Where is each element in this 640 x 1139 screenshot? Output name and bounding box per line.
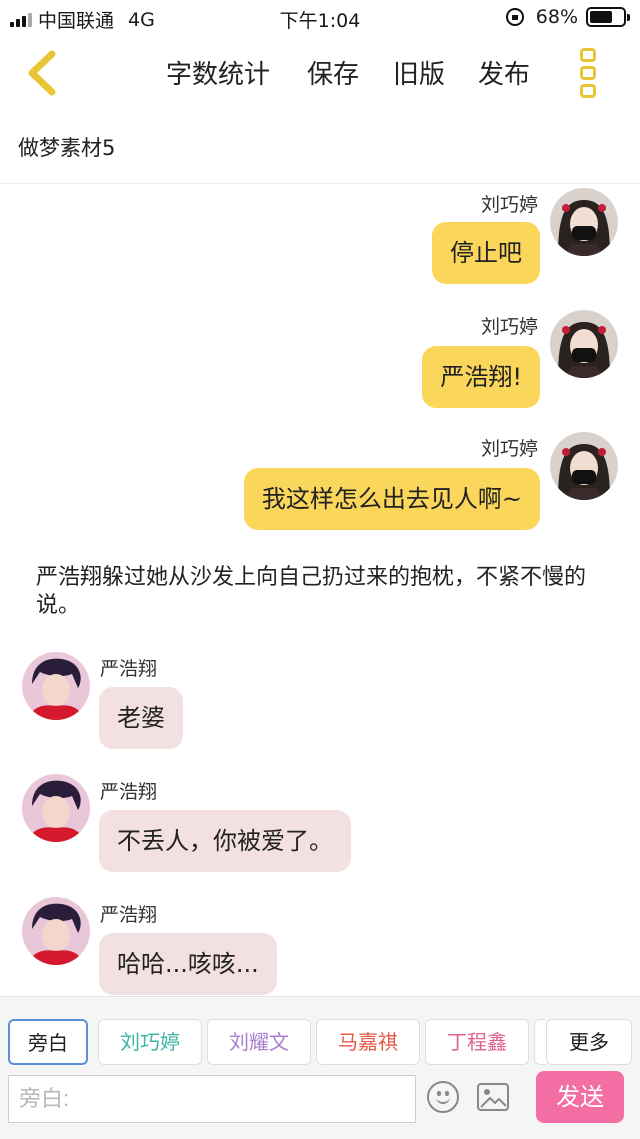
avatar-yan-haoxiang[interactable] bbox=[22, 652, 90, 720]
save-button[interactable]: 保存 bbox=[307, 54, 359, 91]
role-chip-ding-chengxin[interactable]: 丁程鑫 bbox=[425, 1019, 529, 1065]
avatar-liu-qiaoting[interactable] bbox=[550, 188, 618, 256]
message-input[interactable] bbox=[8, 1075, 416, 1123]
more-roles-button[interactable]: 更多 bbox=[546, 1019, 632, 1065]
image-icon[interactable] bbox=[477, 1083, 509, 1111]
avatar-liu-qiaoting[interactable] bbox=[550, 432, 618, 500]
role-bar: 旁白 刘巧婷 刘耀文 马嘉祺 丁程鑫 更多 发送 bbox=[0, 996, 640, 1139]
publish-button[interactable]: 发布 bbox=[478, 54, 530, 91]
send-button[interactable]: 发送 bbox=[536, 1071, 624, 1123]
old-version-button[interactable]: 旧版 bbox=[393, 54, 445, 91]
more-menu-icon[interactable] bbox=[580, 48, 598, 98]
back-arrow-icon[interactable] bbox=[22, 50, 62, 96]
avatar-liu-qiaoting[interactable] bbox=[550, 310, 618, 378]
avatar-yan-haoxiang[interactable] bbox=[22, 897, 90, 965]
rotation-lock-icon bbox=[505, 8, 524, 26]
speaker-name: 严浩翔 bbox=[100, 658, 158, 680]
message-bubble[interactable]: 停止吧 bbox=[432, 222, 540, 284]
speaker-name: 刘巧婷 bbox=[480, 194, 538, 216]
speaker-name: 刘巧婷 bbox=[480, 316, 538, 338]
role-chip-ma-jiaqi[interactable]: 马嘉祺 bbox=[316, 1019, 420, 1065]
role-chip-narration[interactable]: 旁白 bbox=[8, 1019, 88, 1065]
role-chip-liu-yaowen[interactable]: 刘耀文 bbox=[207, 1019, 311, 1065]
speaker-name: 刘巧婷 bbox=[480, 438, 538, 460]
speaker-name: 严浩翔 bbox=[100, 904, 158, 926]
message-bubble[interactable]: 不丢人，你被爱了。 bbox=[99, 810, 351, 872]
word-count-button[interactable]: 字数统计 bbox=[166, 54, 270, 91]
chat-area[interactable]: 刘巧婷 停止吧 刘巧婷 严浩翔! 刘巧婷 我这样怎么出去见人啊~ 严浩翔躲过她从… bbox=[0, 184, 640, 996]
role-chip-liu-qiaoting[interactable]: 刘巧婷 bbox=[98, 1019, 202, 1065]
editor-toolbar: 字数统计 保存 旧版 发布 bbox=[0, 40, 640, 104]
message-bubble[interactable]: 我这样怎么出去见人啊~ bbox=[243, 468, 540, 530]
role-chip-overflow[interactable] bbox=[534, 1019, 546, 1065]
status-bar: 中国联通 4G 下午1:04 68% bbox=[0, 0, 640, 36]
emoji-icon[interactable] bbox=[427, 1081, 459, 1113]
battery-percent: 68% bbox=[535, 6, 578, 28]
battery-icon bbox=[586, 7, 630, 27]
speaker-name: 严浩翔 bbox=[100, 781, 158, 803]
narration-text[interactable]: 严浩翔躲过她从沙发上向自己扔过来的抱枕，不紧不慢的说。 bbox=[36, 564, 606, 620]
avatar-yan-haoxiang[interactable] bbox=[22, 774, 90, 842]
document-title[interactable]: 做梦素材5 bbox=[18, 132, 115, 162]
message-bubble[interactable]: 老婆 bbox=[99, 687, 183, 749]
message-bubble[interactable]: 严浩翔! bbox=[422, 346, 540, 408]
message-bubble[interactable]: 哈哈...咳咳... bbox=[99, 933, 277, 995]
